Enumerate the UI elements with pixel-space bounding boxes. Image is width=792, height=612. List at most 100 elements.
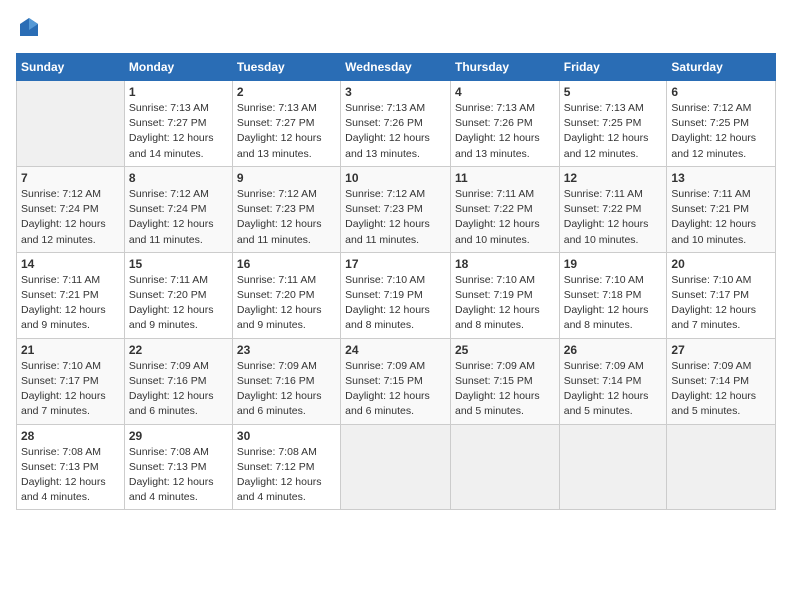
calendar-cell: 24Sunrise: 7:09 AMSunset: 7:15 PMDayligh… (341, 338, 451, 424)
sunset-label: Sunset: 7:12 PM (237, 461, 315, 473)
sunrise-label: Sunrise: 7:09 AM (455, 360, 535, 372)
sunset-label: Sunset: 7:27 PM (129, 117, 207, 129)
sunset-label: Sunset: 7:25 PM (671, 117, 749, 129)
calendar-cell: 13Sunrise: 7:11 AMSunset: 7:21 PMDayligh… (667, 166, 776, 252)
sunrise-label: Sunrise: 7:11 AM (564, 188, 643, 200)
sunset-label: Sunset: 7:22 PM (455, 203, 533, 215)
cell-info: Sunrise: 7:10 AMSunset: 7:19 PMDaylight:… (455, 273, 555, 334)
calendar-cell: 18 Sunrise: 7:10 AMSunset: 7:19 PMDayligh… (450, 252, 559, 338)
sunrise-label: Sunrise: 7:09 AM (129, 360, 209, 372)
cell-info: Sunrise: 7:12 AMSunset: 7:23 PMDaylight:… (237, 187, 336, 248)
sunrise-label: Sunrise: 7:10 AM (345, 274, 425, 286)
daylight-label: Daylight: 12 hours and 5 minutes. (455, 390, 540, 417)
calendar-cell (559, 424, 667, 510)
sunrise-label: Sunrise: 7:10 AM (671, 274, 751, 286)
daylight-label: Daylight: 12 hours and 8 minutes. (455, 304, 540, 331)
daylight-label: Daylight: 12 hours and 9 minutes. (129, 304, 214, 331)
cell-info: Sunrise: 7:11 AMSunset: 7:20 PMDaylight:… (237, 273, 336, 334)
sunrise-label: Sunrise: 7:11 AM (455, 188, 534, 200)
day-number: 9 (237, 171, 336, 185)
day-number: 24 (345, 343, 446, 357)
sunset-label: Sunset: 7:21 PM (21, 289, 99, 301)
calendar-cell: 29Sunrise: 7:08 AMSunset: 7:13 PMDayligh… (124, 424, 232, 510)
sunrise-label: Sunrise: 7:13 AM (129, 102, 209, 114)
sunrise-label: Sunrise: 7:10 AM (455, 274, 535, 286)
calendar-cell: 6 Sunrise: 7:12 AMSunset: 7:25 PMDaylight… (667, 81, 776, 167)
day-number: 29 (129, 429, 228, 443)
cell-info: Sunrise: 7:09 AMSunset: 7:16 PMDaylight:… (237, 359, 336, 420)
day-header-tuesday: Tuesday (232, 54, 340, 81)
calendar-cell: 17Sunrise: 7:10 AMSunset: 7:19 PMDayligh… (341, 252, 451, 338)
sunset-label: Sunset: 7:19 PM (345, 289, 423, 301)
sunset-label: Sunset: 7:23 PM (237, 203, 315, 215)
daylight-label: Daylight: 12 hours and 7 minutes. (21, 390, 106, 417)
sunrise-label: Sunrise: 7:08 AM (237, 446, 317, 458)
cell-info: Sunrise: 7:13 AMSunset: 7:25 PMDaylight:… (564, 101, 663, 162)
calendar-cell: 25Sunrise: 7:09 AMSunset: 7:15 PMDayligh… (450, 338, 559, 424)
calendar-cell: 9 Sunrise: 7:12 AMSunset: 7:23 PMDaylight… (232, 166, 340, 252)
sunset-label: Sunset: 7:13 PM (21, 461, 99, 473)
daylight-label: Daylight: 12 hours and 11 minutes. (129, 218, 214, 245)
daylight-label: Daylight: 12 hours and 4 minutes. (21, 476, 106, 503)
day-number: 28 (21, 429, 120, 443)
day-header-sunday: Sunday (17, 54, 125, 81)
logo-icon (18, 16, 40, 38)
sunset-label: Sunset: 7:16 PM (237, 375, 315, 387)
sunset-label: Sunset: 7:26 PM (455, 117, 533, 129)
sunset-label: Sunset: 7:24 PM (21, 203, 99, 215)
day-number: 12 (564, 171, 663, 185)
day-number: 5 (564, 85, 663, 99)
cell-info: Sunrise: 7:11 AMSunset: 7:22 PMDaylight:… (455, 187, 555, 248)
sunrise-label: Sunrise: 7:12 AM (129, 188, 209, 200)
daylight-label: Daylight: 12 hours and 12 minutes. (21, 218, 106, 245)
sunset-label: Sunset: 7:15 PM (345, 375, 423, 387)
daylight-label: Daylight: 12 hours and 13 minutes. (455, 132, 540, 159)
cell-info: Sunrise: 7:12 AMSunset: 7:25 PMDaylight:… (671, 101, 771, 162)
calendar-cell (17, 81, 125, 167)
day-number: 3 (345, 85, 446, 99)
calendar-cell: 12Sunrise: 7:11 AMSunset: 7:22 PMDayligh… (559, 166, 667, 252)
calendar-cell: 19Sunrise: 7:10 AMSunset: 7:18 PMDayligh… (559, 252, 667, 338)
calendar-cell: 14Sunrise: 7:11 AMSunset: 7:21 PMDayligh… (17, 252, 125, 338)
sunrise-label: Sunrise: 7:08 AM (129, 446, 209, 458)
cell-info: Sunrise: 7:13 AMSunset: 7:26 PMDaylight:… (345, 101, 446, 162)
sunrise-label: Sunrise: 7:12 AM (345, 188, 425, 200)
calendar-cell (450, 424, 559, 510)
day-number: 6 (671, 85, 771, 99)
calendar-cell: 10Sunrise: 7:12 AMSunset: 7:23 PMDayligh… (341, 166, 451, 252)
day-number: 21 (21, 343, 120, 357)
sunset-label: Sunset: 7:26 PM (345, 117, 423, 129)
sunset-label: Sunset: 7:20 PM (237, 289, 315, 301)
sunset-label: Sunset: 7:14 PM (671, 375, 749, 387)
day-number: 27 (671, 343, 771, 357)
day-number: 13 (671, 171, 771, 185)
day-number: 26 (564, 343, 663, 357)
daylight-label: Daylight: 12 hours and 5 minutes. (564, 390, 649, 417)
sunset-label: Sunset: 7:23 PM (345, 203, 423, 215)
day-number: 18 (455, 257, 555, 271)
day-number: 17 (345, 257, 446, 271)
sunrise-label: Sunrise: 7:11 AM (671, 188, 750, 200)
day-number: 15 (129, 257, 228, 271)
sunset-label: Sunset: 7:17 PM (21, 375, 99, 387)
sunrise-label: Sunrise: 7:08 AM (21, 446, 101, 458)
cell-info: Sunrise: 7:12 AMSunset: 7:24 PMDaylight:… (129, 187, 228, 248)
daylight-label: Daylight: 12 hours and 14 minutes. (129, 132, 214, 159)
calendar-cell: 22Sunrise: 7:09 AMSunset: 7:16 PMDayligh… (124, 338, 232, 424)
daylight-label: Daylight: 12 hours and 9 minutes. (21, 304, 106, 331)
day-number: 11 (455, 171, 555, 185)
cell-info: Sunrise: 7:11 AMSunset: 7:20 PMDaylight:… (129, 273, 228, 334)
daylight-label: Daylight: 12 hours and 5 minutes. (671, 390, 756, 417)
daylight-label: Daylight: 12 hours and 11 minutes. (237, 218, 322, 245)
sunrise-label: Sunrise: 7:11 AM (21, 274, 100, 286)
daylight-label: Daylight: 12 hours and 6 minutes. (129, 390, 214, 417)
cell-info: Sunrise: 7:10 AMSunset: 7:19 PMDaylight:… (345, 273, 446, 334)
cell-info: Sunrise: 7:10 AMSunset: 7:17 PMDaylight:… (21, 359, 120, 420)
cell-info: Sunrise: 7:13 AMSunset: 7:27 PMDaylight:… (237, 101, 336, 162)
sunrise-label: Sunrise: 7:11 AM (129, 274, 208, 286)
calendar-cell: 15 Sunrise: 7:11 AMSunset: 7:20 PMDayligh… (124, 252, 232, 338)
sunrise-label: Sunrise: 7:13 AM (345, 102, 425, 114)
daylight-label: Daylight: 12 hours and 9 minutes. (237, 304, 322, 331)
day-number: 8 (129, 171, 228, 185)
cell-info: Sunrise: 7:09 AMSunset: 7:14 PMDaylight:… (564, 359, 663, 420)
